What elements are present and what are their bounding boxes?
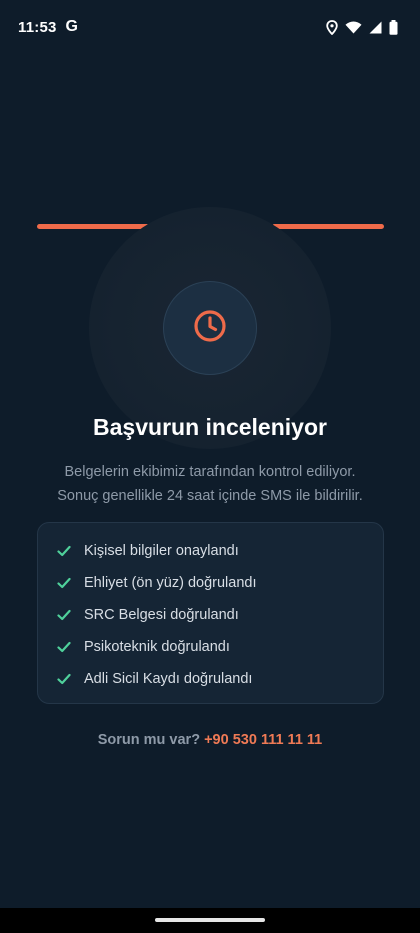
application-review-screen: 11:53 G Başvurun inceleniyor Belgelerin … — [0, 0, 420, 933]
subtitle-line-2: Sonuç genellikle 24 saat içinde SMS ile … — [57, 488, 363, 504]
subtitle-line-1: Belgelerin ekibimiz tarafından kontrol e… — [64, 464, 356, 480]
clock-badge — [163, 281, 257, 375]
status-left: 11:53 G — [18, 18, 78, 36]
list-item: SRC Belgesi doğrulandı — [57, 599, 383, 631]
check-icon — [57, 577, 71, 589]
checklist-item-label: Kişisel bilgiler onaylandı — [84, 543, 239, 559]
list-item: Ehliyet (ön yüz) doğrulandı — [57, 567, 383, 599]
battery-icon — [389, 19, 398, 35]
wifi-icon — [345, 21, 362, 34]
progress-step-1 — [37, 224, 149, 229]
list-item: Kişisel bilgiler onaylandı — [57, 535, 383, 567]
location-icon — [326, 19, 338, 35]
home-indicator[interactable] — [155, 918, 265, 922]
verification-checklist: Kişisel bilgiler onaylandı Ehliyet (ön y… — [37, 522, 384, 704]
checklist-item-label: Psikoteknik doğrulandı — [84, 639, 230, 655]
check-icon — [57, 545, 71, 557]
clock-icon — [192, 308, 228, 349]
checklist-item-label: SRC Belgesi doğrulandı — [84, 607, 239, 623]
page-title: Başvurun inceleniyor — [93, 414, 327, 440]
support-line: Sorun mu var? +90 530 111 11 11 — [0, 732, 420, 748]
check-icon — [57, 641, 71, 653]
check-icon — [57, 673, 71, 685]
status-time: 11:53 — [18, 18, 57, 36]
page-subtitle: Belgelerin ekibimiz tarafından kontrol e… — [30, 460, 390, 508]
checklist-item-label: Ehliyet (ön yüz) doğrulandı — [84, 575, 257, 591]
signal-icon — [369, 21, 382, 34]
support-label: Sorun mu var? — [97, 732, 201, 748]
status-icons — [326, 19, 398, 35]
check-icon — [57, 609, 71, 621]
checklist-item-label: Adli Sicil Kaydı doğrulandı — [84, 671, 253, 687]
list-item: Psikoteknik doğrulandı — [57, 631, 383, 663]
google-icon: G — [65, 18, 78, 35]
status-bar: 11:53 G — [0, 0, 420, 54]
navigation-bar — [0, 908, 420, 933]
support-phone-link[interactable]: +90 530 111 11 11 — [204, 732, 322, 748]
progress-step-3 — [272, 224, 385, 229]
list-item: Adli Sicil Kaydı doğrulandı — [57, 663, 383, 695]
